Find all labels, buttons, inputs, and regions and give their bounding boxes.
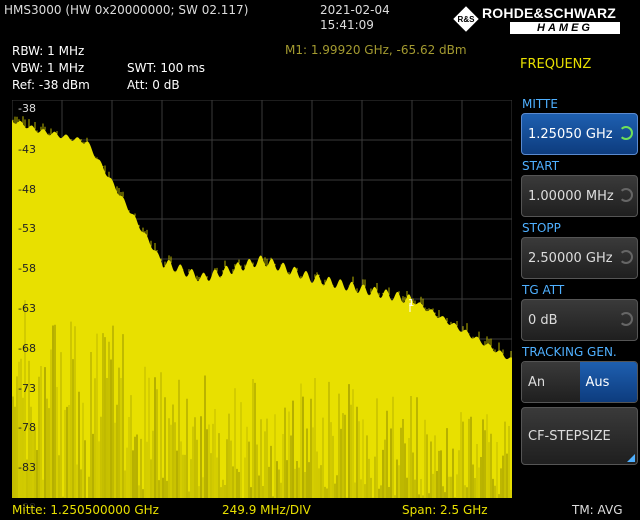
stopp-label: STOPP bbox=[522, 221, 561, 235]
span-footer: Span: 2.5 GHz bbox=[402, 503, 488, 517]
y-tick-label: -68 bbox=[18, 342, 36, 355]
trace-mode-footer: TM: AVG bbox=[572, 503, 623, 517]
brand-logo: R&S ROHDE&SCHWARZ HAMEG bbox=[452, 2, 638, 36]
cf-stepsize-button[interactable]: CF-STEPSIZE bbox=[521, 407, 638, 465]
tgatt-value: 0 dB bbox=[528, 312, 558, 328]
tgatt-label: TG ATT bbox=[522, 283, 565, 297]
tgatt-button[interactable]: 0 dB bbox=[521, 299, 638, 341]
tracking-label: TRACKING GEN. bbox=[522, 345, 617, 359]
marker-1-label[interactable]: 1 bbox=[408, 298, 414, 309]
rs-diamond-icon: R&S bbox=[453, 6, 479, 32]
center-freq-footer: Mitte: 1.250500000 GHz bbox=[12, 503, 159, 517]
vbw-label: VBW: 1 MHz bbox=[12, 61, 85, 75]
marker-readout: M1: 1.99920 GHz, -65.62 dBm bbox=[285, 43, 467, 57]
menu-title: FREQUENZ bbox=[520, 57, 592, 72]
date-label: 2021-02-04 bbox=[320, 3, 390, 17]
start-value: 1.00000 MHz bbox=[528, 188, 614, 204]
stopp-value: 2.50000 GHz bbox=[528, 250, 613, 266]
y-tick-label: -53 bbox=[18, 222, 36, 235]
mitte-button[interactable]: 1.25050 GHz bbox=[521, 113, 638, 155]
ref-label: Ref: -38 dBm bbox=[12, 78, 90, 92]
y-tick-label: -38 bbox=[18, 102, 36, 115]
y-tick-label: -58 bbox=[18, 262, 36, 275]
svg-text:R&S: R&S bbox=[458, 15, 476, 24]
rbw-label: RBW: 1 MHz bbox=[12, 44, 85, 58]
spectrum-svg: 1 bbox=[12, 100, 512, 498]
div-footer: 249.9 MHz/DIV bbox=[222, 503, 311, 517]
stopp-button[interactable]: 2.50000 GHz bbox=[521, 237, 638, 279]
y-tick-label: -78 bbox=[18, 421, 36, 434]
mitte-label: MITTE bbox=[522, 97, 558, 111]
rotary-knob-icon bbox=[619, 312, 633, 326]
rotary-knob-icon bbox=[619, 126, 633, 140]
corner-arrow-icon bbox=[627, 454, 635, 462]
mitte-value: 1.25050 GHz bbox=[528, 126, 613, 142]
tracking-aus-option[interactable]: Aus bbox=[579, 362, 637, 402]
start-label: START bbox=[522, 159, 560, 173]
brand-bottom-text: HAMEG bbox=[510, 22, 620, 34]
cf-stepsize-label: CF-STEPSIZE bbox=[528, 428, 611, 444]
time-label: 15:41:09 bbox=[320, 18, 374, 32]
swt-label: SWT: 100 ms bbox=[127, 61, 206, 75]
y-tick-label: -43 bbox=[18, 143, 36, 156]
y-tick-label: -83 bbox=[18, 461, 36, 474]
att-label: Att: 0 dB bbox=[127, 78, 180, 92]
tracking-an-option[interactable]: An bbox=[522, 362, 580, 402]
y-tick-label: -73 bbox=[18, 382, 36, 395]
brand-top-text: ROHDE&SCHWARZ bbox=[482, 5, 617, 21]
rotary-knob-icon bbox=[619, 250, 633, 264]
device-info: HMS3000 (HW 0x20000000; SW 02.117) bbox=[4, 3, 249, 17]
rotary-knob-icon bbox=[619, 188, 633, 202]
y-tick-label: -63 bbox=[18, 302, 36, 315]
spectrum-plot[interactable]: 1 -38 -43 -48 -53 -58 -63 -68 -73 -78 -83 -88 bbox=[12, 100, 512, 514]
y-tick-label: -48 bbox=[18, 183, 36, 196]
start-button[interactable]: 1.00000 MHz bbox=[521, 175, 638, 217]
tracking-toggle[interactable]: An Aus bbox=[521, 361, 638, 403]
